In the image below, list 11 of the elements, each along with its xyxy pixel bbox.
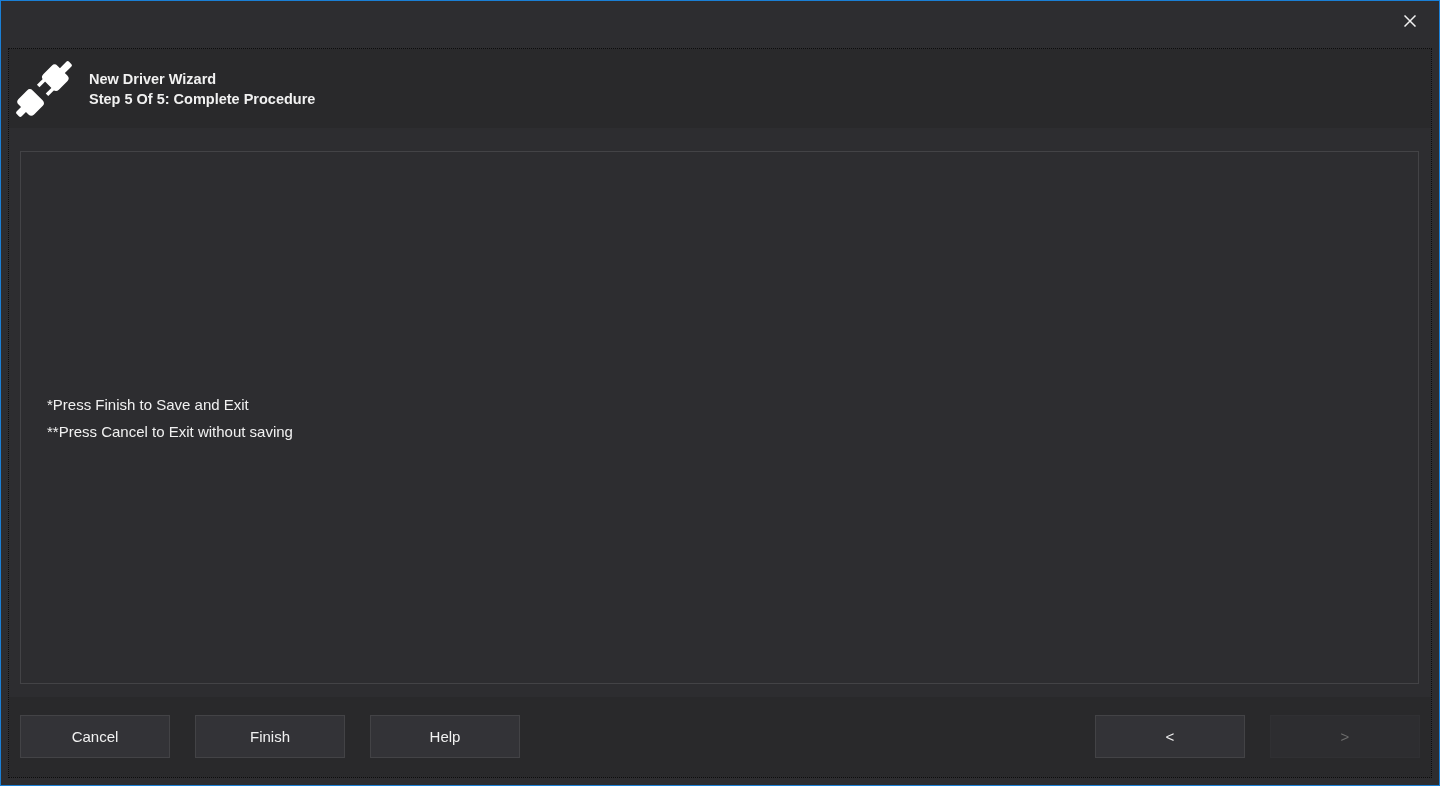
wizard-button[interactable]: Help bbox=[370, 715, 520, 758]
plug-icon bbox=[16, 60, 72, 117]
wizard-button[interactable]: Finish bbox=[195, 715, 345, 758]
step-title: Step 5 Of 5: Complete Procedure bbox=[89, 89, 316, 109]
wizard-title: New Driver Wizard bbox=[89, 69, 218, 89]
note-text: *Press Finish to Save and Exit bbox=[47, 395, 250, 415]
close-button[interactable] bbox=[1404, 15, 1416, 27]
nav-button[interactable]: < bbox=[1095, 715, 1245, 758]
note-text: **Press Cancel to Exit without saving bbox=[47, 422, 293, 442]
close-icon bbox=[1404, 15, 1416, 27]
wizard-button[interactable]: Cancel bbox=[20, 715, 170, 758]
